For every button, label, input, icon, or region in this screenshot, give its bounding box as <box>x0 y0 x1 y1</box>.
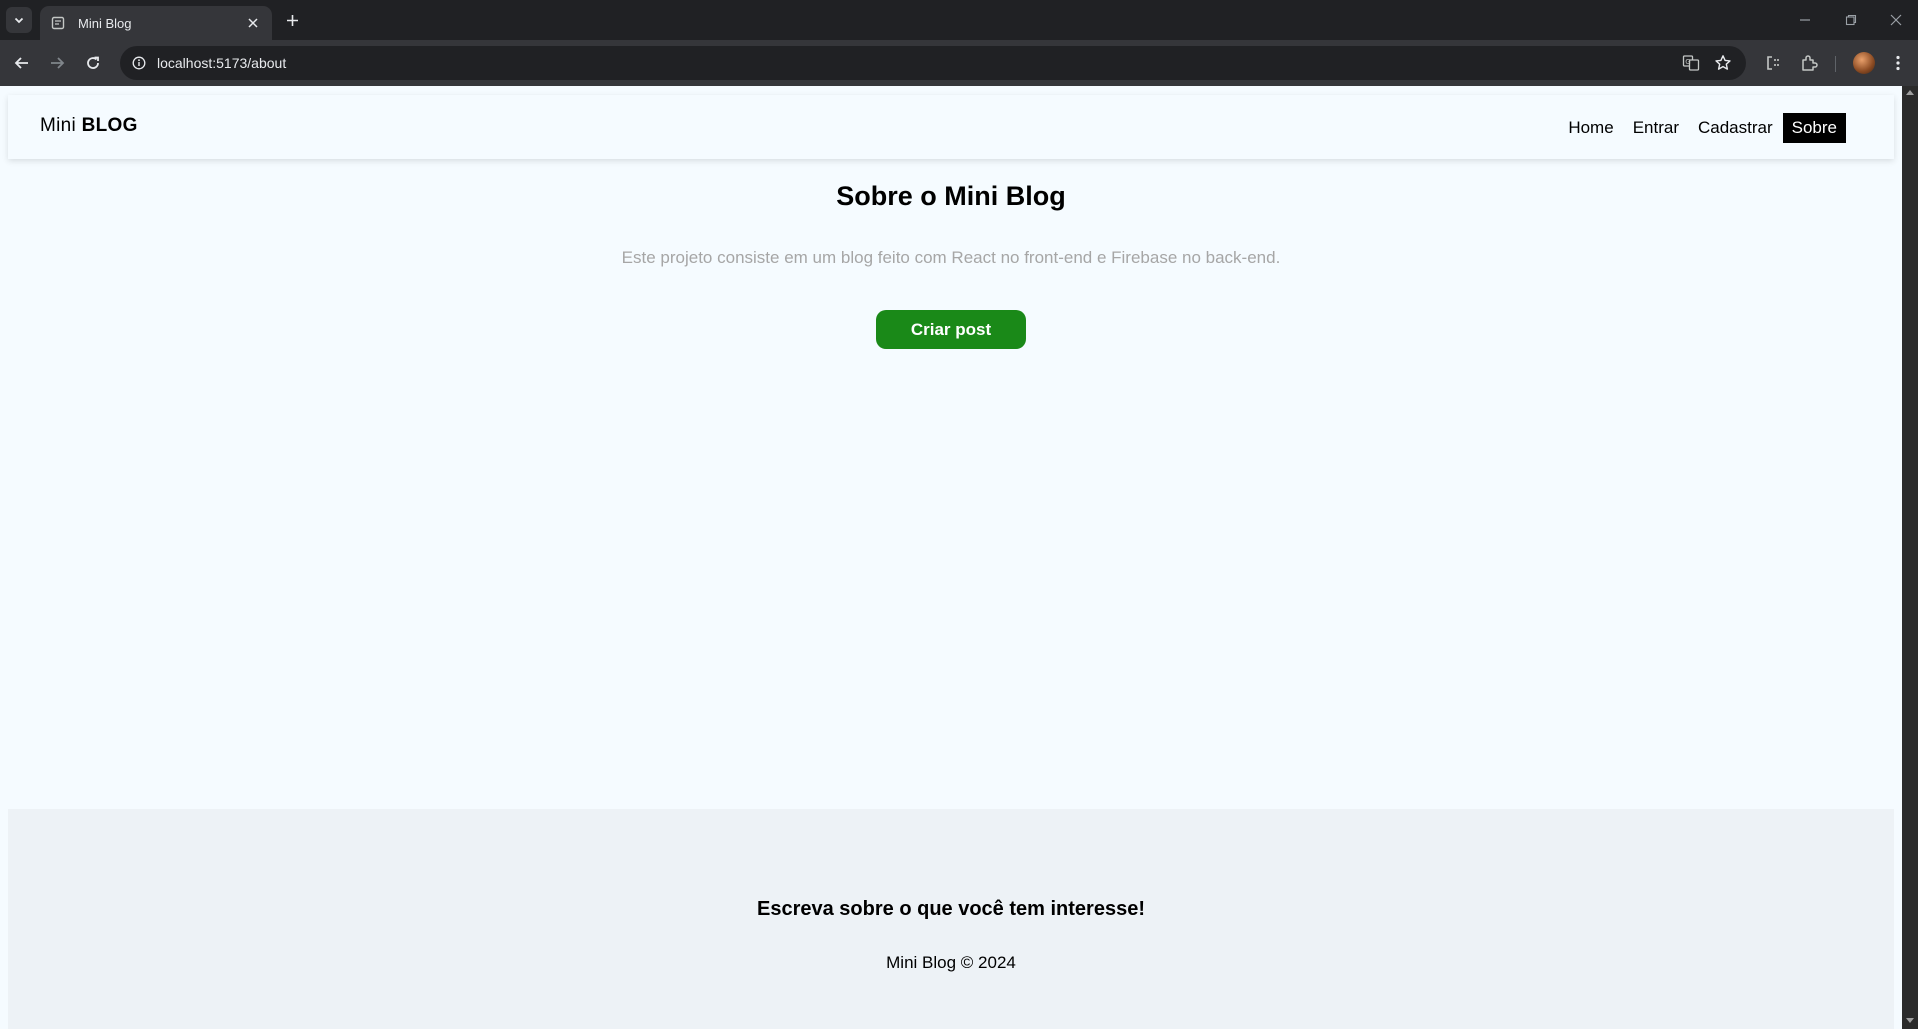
translate-icon[interactable]: G <box>1681 53 1701 73</box>
create-post-button[interactable]: Criar post <box>876 310 1026 349</box>
page-scrollbar[interactable] <box>1902 86 1918 1029</box>
profile-avatar[interactable] <box>1853 52 1875 74</box>
site-brand[interactable]: Mini BLOG <box>40 115 138 137</box>
close-window-icon[interactable] <box>1884 8 1908 32</box>
browser-tab[interactable]: Mini Blog <box>40 6 272 40</box>
tab-search-button[interactable] <box>6 7 32 33</box>
scroll-up-arrow-icon[interactable] <box>1906 90 1914 95</box>
scrollbar-thumb[interactable] <box>1905 102 1915 1002</box>
page-title: Sobre o Mini Blog <box>836 181 1066 211</box>
back-icon[interactable] <box>9 50 35 76</box>
browser-tabstrip: Mini Blog <box>0 0 1918 40</box>
toolbar-divider <box>1835 56 1836 72</box>
nav-link-entrar[interactable]: Entrar <box>1624 113 1688 143</box>
forward-icon[interactable] <box>44 50 70 76</box>
about-section: Sobre o Mini Blog Este projeto consiste … <box>0 181 1902 349</box>
page-favicon-icon <box>50 15 66 31</box>
brand-prefix: Mini <box>40 115 82 136</box>
minimize-icon[interactable] <box>1793 8 1817 32</box>
restore-icon[interactable] <box>1839 8 1863 32</box>
site-info-icon[interactable] <box>130 54 148 72</box>
footer-copyright: Mini Blog © 2024 <box>886 953 1016 972</box>
nav-link-sobre[interactable]: Sobre <box>1782 113 1846 143</box>
extensions-icon[interactable] <box>1797 51 1821 75</box>
site-footer: Escreva sobre o que você tem interesse! … <box>8 809 1894 1029</box>
nav-link-home[interactable]: Home <box>1559 113 1622 143</box>
nav-link-cadastrar[interactable]: Cadastrar <box>1689 113 1782 143</box>
url-text: localhost:5173/about <box>157 55 287 71</box>
brand-bold: BLOG <box>81 115 138 136</box>
address-bar[interactable]: localhost:5173/about G <box>120 46 1746 80</box>
chevron-down-icon <box>14 17 24 24</box>
new-tab-icon[interactable] <box>281 9 303 31</box>
scroll-down-arrow-icon[interactable] <box>1906 1018 1914 1023</box>
footer-title: Escreva sobre o que você tem interesse! <box>757 898 1145 920</box>
tab-title: Mini Blog <box>78 15 132 31</box>
tab-groups-icon[interactable] <box>1761 51 1785 75</box>
page-viewport: Mini BLOG Home Entrar Cadastrar Sobre So… <box>0 86 1902 1029</box>
about-description: Este projeto consiste em um blog feito c… <box>621 248 1281 267</box>
bookmark-star-icon[interactable] <box>1713 53 1733 73</box>
site-navbar: Mini BLOG Home Entrar Cadastrar Sobre <box>8 95 1894 159</box>
svg-text:G: G <box>1685 58 1690 66</box>
browser-toolbar: localhost:5173/about G <box>0 40 1918 86</box>
nav-links: Home Entrar Cadastrar Sobre <box>1558 113 1846 143</box>
browser-menu-icon[interactable] <box>1886 51 1910 75</box>
close-tab-icon[interactable] <box>244 14 262 32</box>
reload-icon[interactable] <box>80 50 106 76</box>
